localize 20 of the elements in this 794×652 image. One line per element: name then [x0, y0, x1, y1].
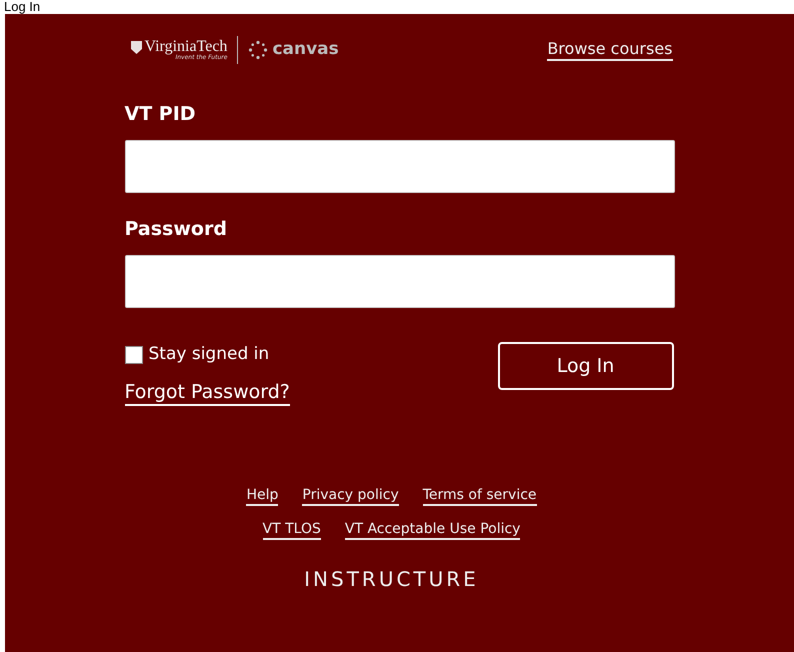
shield-icon [130, 41, 142, 54]
footer-link[interactable]: Privacy policy [302, 486, 399, 506]
field-label: Password [124, 217, 228, 241]
footer-link[interactable]: VT Acceptable Use Policy [344, 520, 520, 540]
input-field[interactable] [124, 140, 674, 193]
instructure-brand: INSTRUCTURE [304, 566, 479, 592]
page-title: Log In [3, 0, 42, 14]
checkbox[interactable] [124, 346, 142, 364]
login-button[interactable]: Log In [498, 342, 674, 390]
footer-link[interactable]: Help [246, 486, 278, 506]
input-field[interactable] [124, 255, 674, 308]
checkbox-label: Stay signed in [148, 343, 270, 366]
logo-name: VirginiaTech [144, 39, 228, 55]
footer-link[interactable]: Terms of service [422, 486, 537, 506]
canvas-logo-icon [248, 40, 268, 60]
product-name: canvas [272, 38, 339, 62]
browse-courses-link[interactable]: Browse courses [547, 39, 672, 61]
field-label: VT PID [124, 102, 197, 126]
forgot-password-link[interactable]: Forgot Password? [124, 380, 290, 406]
footer-link[interactable]: VT TLOS [262, 520, 321, 540]
